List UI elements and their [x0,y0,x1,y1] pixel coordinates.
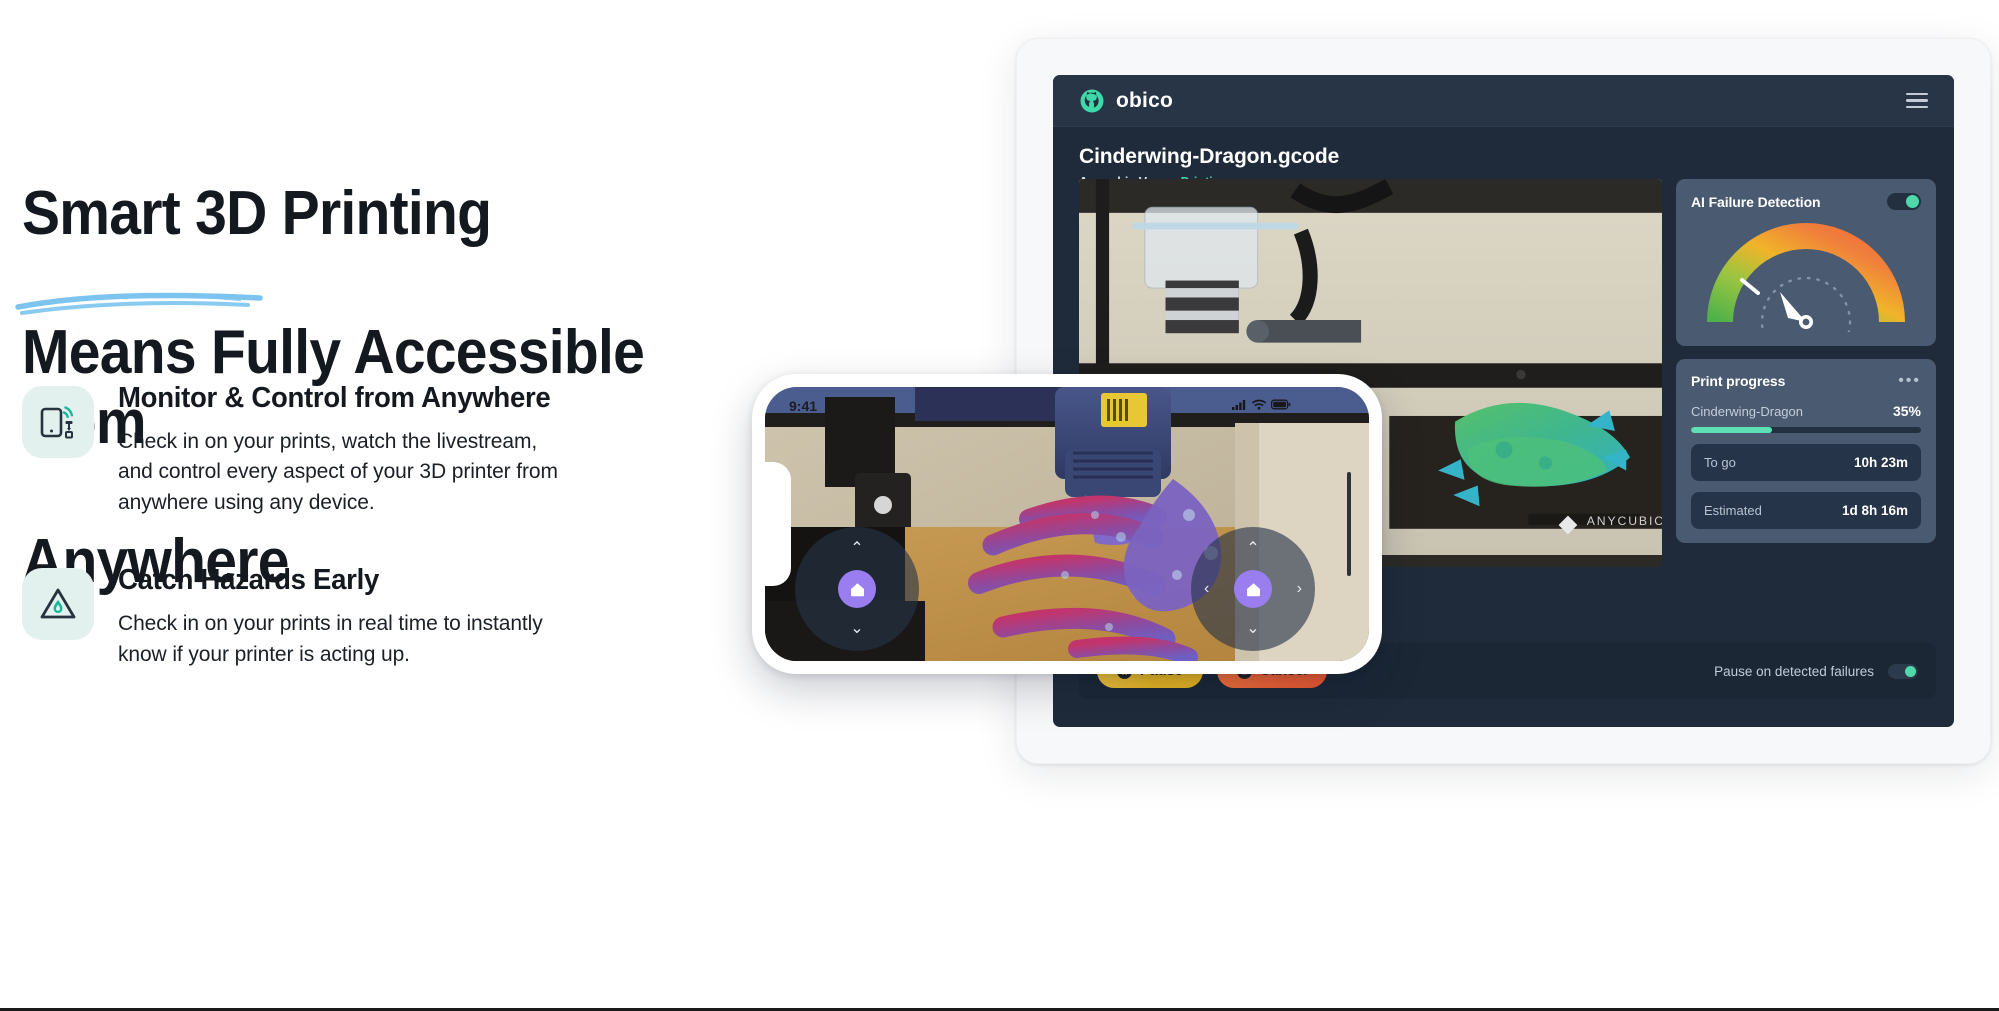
cellular-signal-icon [1232,400,1246,410]
progress-job-name: Cinderwing-Dragon [1691,404,1803,419]
stat-value: 1d 8h 16m [1841,503,1908,518]
feature-icon-tile [22,568,94,641]
obico-brand: obico [1079,88,1173,114]
progress-bar-fill [1691,427,1772,433]
feature-title: Monitor & Control from Anywhere [118,382,551,414]
hero-section: Smart 3D Printing Means Fully Accessible… [0,0,1999,1011]
progress-percent: 35% [1892,403,1921,419]
svg-text:ANYCUBIC: ANYCUBIC [1587,514,1662,528]
feature-description: Check in on your prints in real time to … [118,612,543,666]
battery-icon [1271,399,1291,410]
stat-row-estimated: Estimated 1d 8h 16m [1691,492,1921,529]
feature-item: Monitor & Control from Anywhere Check in… [22,380,762,518]
stat-value: 10h 23m [1853,455,1908,470]
chevron-down-icon[interactable]: ⌄ [850,621,863,637]
hazard-flame-triangle-icon [40,588,76,619]
feature-icon-tile [22,386,94,458]
stat-key: Estimated [1704,503,1762,518]
feature-list: Monitor & Control from Anywhere Check in… [22,380,762,714]
phone-screen: 9:41 ⌃ ⌄ ⌃ ⌄ ‹ › [765,387,1369,661]
dpad-control-left[interactable]: ⌃ ⌄ [795,527,919,651]
chevron-right-icon[interactable]: › [1297,581,1302,597]
print-progress-panel: Print progress ••• Cinderwing-Dragon 35%… [1676,359,1936,543]
ai-detection-toggle[interactable] [1887,193,1921,210]
obico-logo-icon [1080,89,1104,112]
brand-name: obico [1116,88,1173,112]
home-button-right[interactable] [1234,570,1272,608]
autopause-control: Pause on detected failures [1714,663,1918,679]
app-top-bar: obico [1053,75,1954,127]
feature-description: Check in on your prints, watch the lives… [118,430,558,514]
dpad-control-right[interactable]: ⌃ ⌄ ‹ › [1191,527,1315,651]
ai-panel-header: AI Failure Detection [1691,193,1921,210]
chevron-down-icon[interactable]: ⌄ [1246,621,1259,637]
job-file-name: Cinderwing-Dragon.gcode [1079,145,1340,168]
home-button-left[interactable] [838,570,876,608]
more-horizontal-icon[interactable]: ••• [1898,373,1921,389]
phone-wifi-printer-icon [40,406,74,439]
phone-scroll-indicator[interactable] [1347,472,1351,576]
progress-bar-track [1691,427,1921,433]
feature-title: Catch Hazards Early [118,564,380,597]
autopause-label: Pause on detected failures [1714,663,1874,679]
failure-gauge [1691,222,1921,332]
headline-line-1: Smart 3D Printing [22,179,492,249]
ai-panel-title: AI Failure Detection [1691,193,1821,210]
autopause-toggle[interactable] [1888,663,1918,679]
home-icon [850,582,864,596]
progress-row: Cinderwing-Dragon 35% [1691,403,1921,419]
wifi-icon [1252,399,1266,410]
ai-failure-detection-panel: AI Failure Detection [1676,179,1936,346]
phone-device-mockup: 9:41 ⌃ ⌄ ⌃ ⌄ ‹ › [752,374,1382,674]
chevron-up-icon[interactable]: ⌃ [850,541,863,557]
stat-row-to-go: To go 10h 23m [1691,444,1921,481]
chevron-up-icon[interactable]: ⌃ [1246,541,1259,557]
stat-key: To go [1704,455,1736,470]
feature-text: Catch Hazards Early Check in on your pri… [118,562,762,670]
feature-text: Monitor & Control from Anywhere Check in… [118,380,762,518]
gauge-icon [1707,223,1905,332]
home-icon [1246,582,1260,596]
phone-notch [765,462,791,586]
hamburger-menu-icon[interactable] [1906,92,1928,109]
progress-panel-title: Print progress [1691,373,1786,389]
feature-item: Catch Hazards Early Check in on your pri… [22,562,762,670]
phone-status-time: 9:41 [789,398,818,414]
chevron-left-icon[interactable]: ‹ [1204,581,1209,597]
progress-panel-header: Print progress ••• [1691,373,1921,390]
phone-status-icons [1232,399,1291,410]
